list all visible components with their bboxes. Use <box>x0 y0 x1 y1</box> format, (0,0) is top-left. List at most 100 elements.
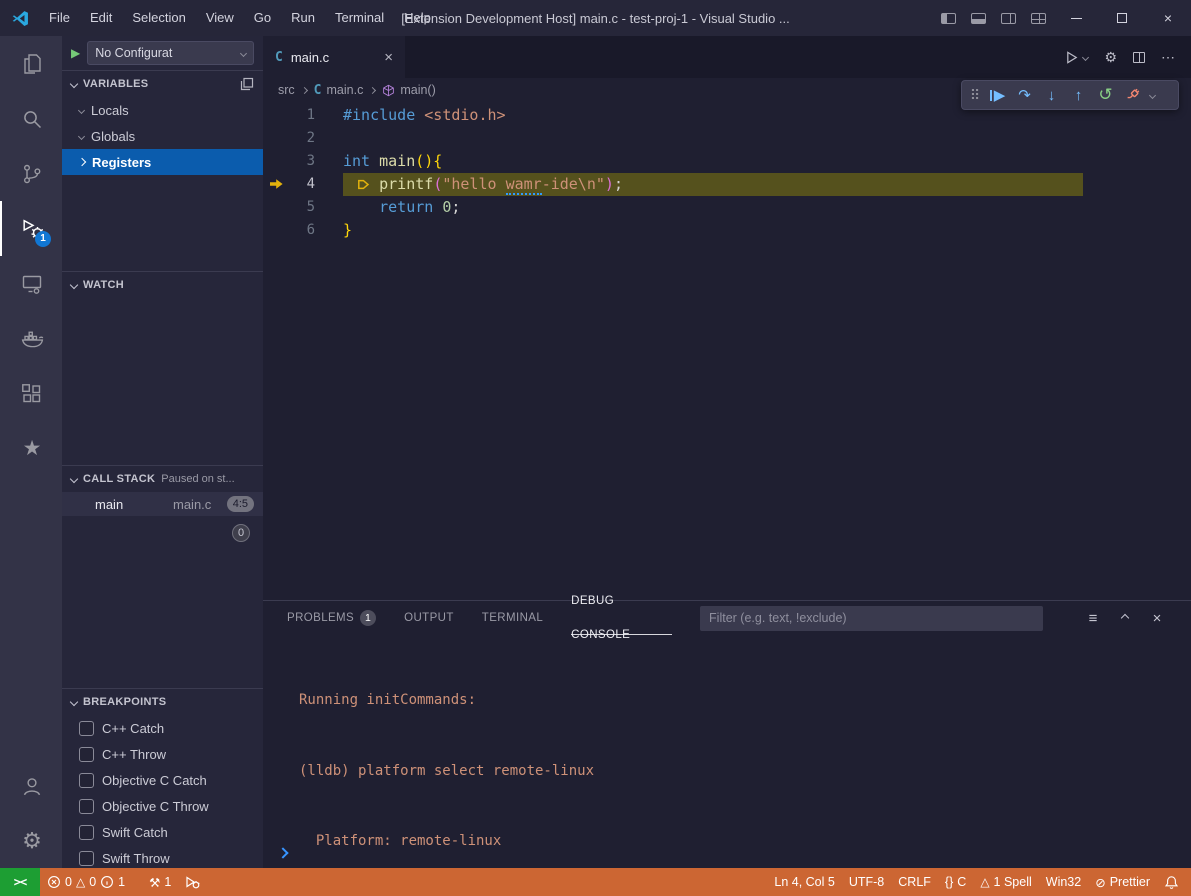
launch-config-dropdown[interactable]: No Configurat <box>87 41 254 65</box>
menu-terminal[interactable]: Terminal <box>325 0 394 36</box>
continue-button[interactable]: ▶ <box>984 81 1011 109</box>
debug-status-icon[interactable] <box>178 868 207 896</box>
toggle-panel-icon[interactable] <box>963 0 993 36</box>
checkbox[interactable] <box>79 799 94 814</box>
remote-explorer-icon[interactable] <box>0 256 62 311</box>
tools-status[interactable]: ⚒ 1 <box>142 868 178 896</box>
variables-row-registers[interactable]: Registers <box>62 149 263 175</box>
notifications-bell-icon[interactable] <box>1157 868 1191 896</box>
breakpoint-cpp-throw[interactable]: C++ Throw <box>62 741 263 767</box>
breadcrumb-file[interactable]: C main.c <box>314 83 364 98</box>
formatter-status[interactable]: ⊘ Prettier <box>1088 868 1157 896</box>
eol-indicator[interactable]: CRLF <box>891 868 938 896</box>
breakpoint-objc-catch[interactable]: Objective C Catch <box>62 767 263 793</box>
platform-indicator[interactable]: Win32 <box>1039 868 1088 896</box>
step-into-button[interactable]: ↓ <box>1038 81 1065 109</box>
docker-icon[interactable] <box>0 311 62 366</box>
toggle-secondary-sidebar-icon[interactable] <box>993 0 1023 36</box>
variables-row-locals[interactable]: Locals <box>62 97 263 123</box>
output-actions-icon[interactable]: ≡ <box>1085 610 1101 626</box>
breakpoint-gutter[interactable] <box>263 104 291 127</box>
variables-header[interactable]: VARIABLES <box>62 71 263 97</box>
close-tab-icon[interactable]: × <box>384 49 393 66</box>
breakpoint-gutter[interactable] <box>263 196 291 219</box>
star-icon[interactable]: ★ <box>0 421 62 476</box>
tab-problems[interactable]: PROBLEMS 1 <box>287 601 376 635</box>
settings-gear-icon[interactable]: ⚙ <box>0 813 62 868</box>
checkbox[interactable] <box>79 747 94 762</box>
chevron-down-icon[interactable] <box>1146 93 1158 98</box>
menu-view[interactable]: View <box>196 0 244 36</box>
close-panel-icon[interactable]: × <box>1149 610 1165 626</box>
breakpoints-section: BREAKPOINTS C++ Catch C++ Throw Objectiv… <box>62 688 263 868</box>
checkbox[interactable] <box>79 825 94 840</box>
run-or-debug-icon[interactable] <box>1065 50 1088 65</box>
configure-gear-icon[interactable]: ⚙ <box>1104 49 1117 66</box>
encoding-indicator[interactable]: UTF-8 <box>842 868 891 896</box>
minimize-button[interactable] <box>1053 0 1099 36</box>
close-button[interactable]: × <box>1145 0 1191 36</box>
stack-frame-row[interactable]: main main.c 4:5 <box>62 492 263 516</box>
remote-indicator[interactable]: >< <box>0 868 40 896</box>
symbol-cube-icon <box>382 84 395 97</box>
language-mode[interactable]: {} C <box>938 868 973 896</box>
call-stack-header[interactable]: CALL STACK Paused on st... <box>62 466 263 492</box>
breadcrumb-file-label: main.c <box>327 83 364 97</box>
breakpoint-swift-throw[interactable]: Swift Throw <box>62 845 263 868</box>
restart-button[interactable]: ↺ <box>1092 81 1119 109</box>
watch-header[interactable]: WATCH <box>62 272 263 298</box>
menu-run[interactable]: Run <box>281 0 325 36</box>
tab-terminal[interactable]: TERMINAL <box>482 601 543 635</box>
checkbox[interactable] <box>79 721 94 736</box>
maximize-panel-icon[interactable] <box>1117 610 1133 626</box>
breadcrumb-symbol[interactable]: main() <box>382 83 435 97</box>
split-editor-icon[interactable] <box>1133 52 1145 63</box>
search-icon[interactable] <box>0 91 62 146</box>
tab-debug-console[interactable]: DEBUG CONSOLE <box>571 601 672 635</box>
breakpoint-gutter[interactable] <box>263 127 291 150</box>
breakpoint-gutter[interactable] <box>263 219 291 242</box>
debug-toolbar: ⠿ ▶ ↷ ↓ ↑ ↺ <box>961 80 1179 110</box>
console-filter-input[interactable] <box>700 606 1043 631</box>
menu-selection[interactable]: Selection <box>122 0 195 36</box>
breakpoint-objc-throw[interactable]: Objective C Throw <box>62 793 263 819</box>
tools-count: 1 <box>164 875 171 889</box>
breakpoint-swift-catch[interactable]: Swift Catch <box>62 819 263 845</box>
cursor-position[interactable]: Ln 4, Col 5 <box>767 868 841 896</box>
console-line: Running initCommands: <box>299 689 1191 713</box>
customize-layout-icon[interactable] <box>1023 0 1053 36</box>
start-debug-icon[interactable]: ▶ <box>71 46 80 60</box>
collapse-all-icon[interactable] <box>240 77 254 91</box>
current-line-arrow-icon[interactable] <box>263 173 291 196</box>
spell-checker-status[interactable]: △ 1 Spell <box>973 868 1038 896</box>
run-and-debug-icon[interactable]: 1 <box>0 201 62 256</box>
line-number: 6 <box>291 219 315 242</box>
step-out-button[interactable]: ↑ <box>1065 81 1092 109</box>
console-input-prompt[interactable] <box>279 845 287 860</box>
breakpoint-gutter[interactable] <box>263 150 291 173</box>
source-control-icon[interactable] <box>0 146 62 201</box>
variables-row-globals[interactable]: Globals <box>62 123 263 149</box>
breadcrumb-folder[interactable]: src <box>278 83 295 97</box>
more-actions-icon[interactable]: ⋯ <box>1161 49 1175 66</box>
maximize-button[interactable] <box>1099 0 1145 36</box>
tab-main-c[interactable]: C main.c × <box>263 36 405 78</box>
problems-status[interactable]: 0 △ 0 1 <box>40 868 132 896</box>
menu-go[interactable]: Go <box>244 0 281 36</box>
explorer-icon[interactable] <box>0 36 62 91</box>
step-over-button[interactable]: ↷ <box>1011 81 1038 109</box>
breakpoint-cpp-catch[interactable]: C++ Catch <box>62 715 263 741</box>
account-icon[interactable] <box>0 758 62 813</box>
drag-handle-icon[interactable]: ⠿ <box>966 81 984 109</box>
toggle-sidebar-icon[interactable] <box>933 0 963 36</box>
checkbox[interactable] <box>79 773 94 788</box>
menu-edit[interactable]: Edit <box>80 0 122 36</box>
tab-output[interactable]: OUTPUT <box>404 601 454 635</box>
extensions-icon[interactable] <box>0 366 62 421</box>
menu-file[interactable]: File <box>39 0 80 36</box>
code-editor[interactable]: 1 #include <stdio.h> 2 3 int main(){ 4 p… <box>263 102 1191 242</box>
checkbox[interactable] <box>79 851 94 866</box>
disconnect-button[interactable] <box>1119 81 1146 109</box>
breakpoints-header[interactable]: BREAKPOINTS <box>62 689 263 715</box>
panel-actions: ≡ × <box>1085 610 1179 626</box>
